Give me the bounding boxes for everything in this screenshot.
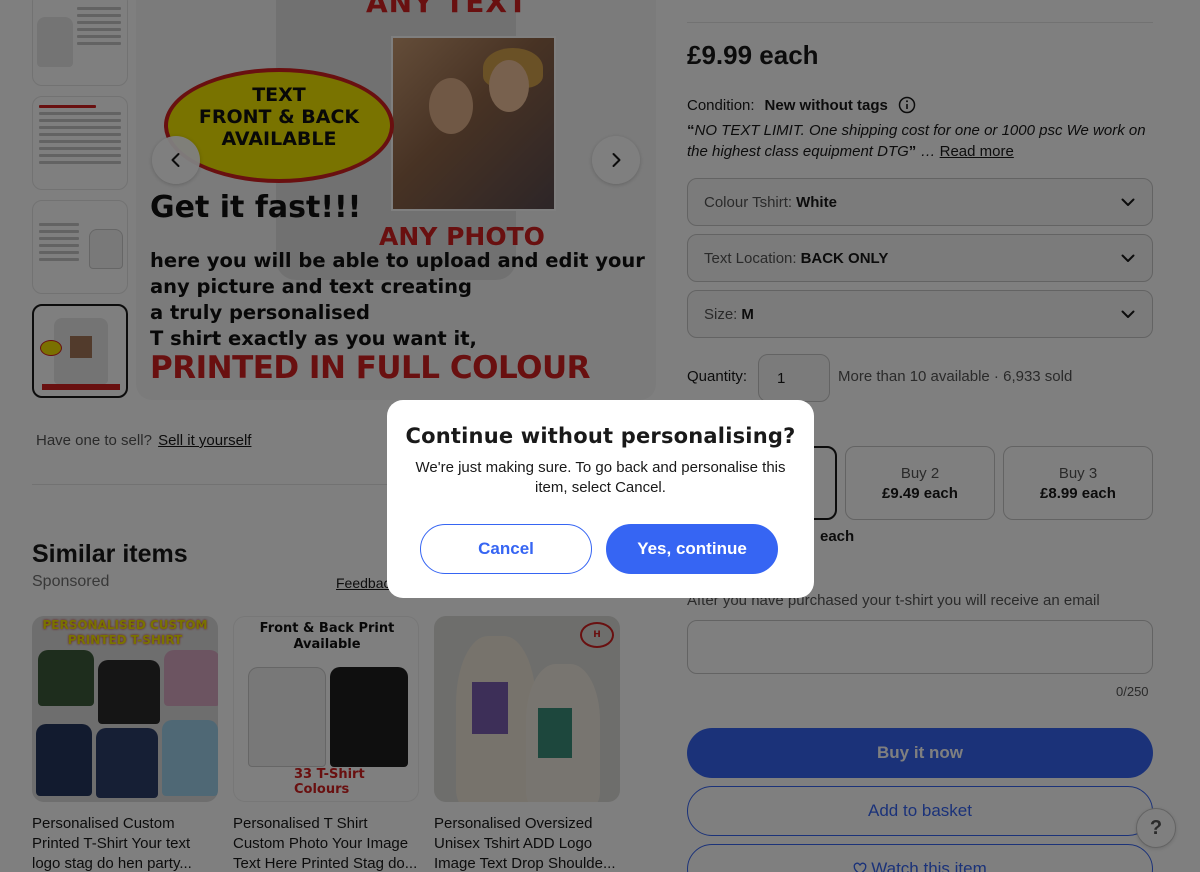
cancel-button[interactable]: Cancel bbox=[420, 524, 592, 574]
dialog-body: We're just making sure. To go back and p… bbox=[415, 459, 786, 496]
confirm-dialog: Continue without personalising? We're ju… bbox=[387, 400, 814, 598]
dialog-title: Continue without personalising? bbox=[405, 424, 796, 448]
yes-continue-button[interactable]: Yes, continue bbox=[606, 524, 778, 574]
